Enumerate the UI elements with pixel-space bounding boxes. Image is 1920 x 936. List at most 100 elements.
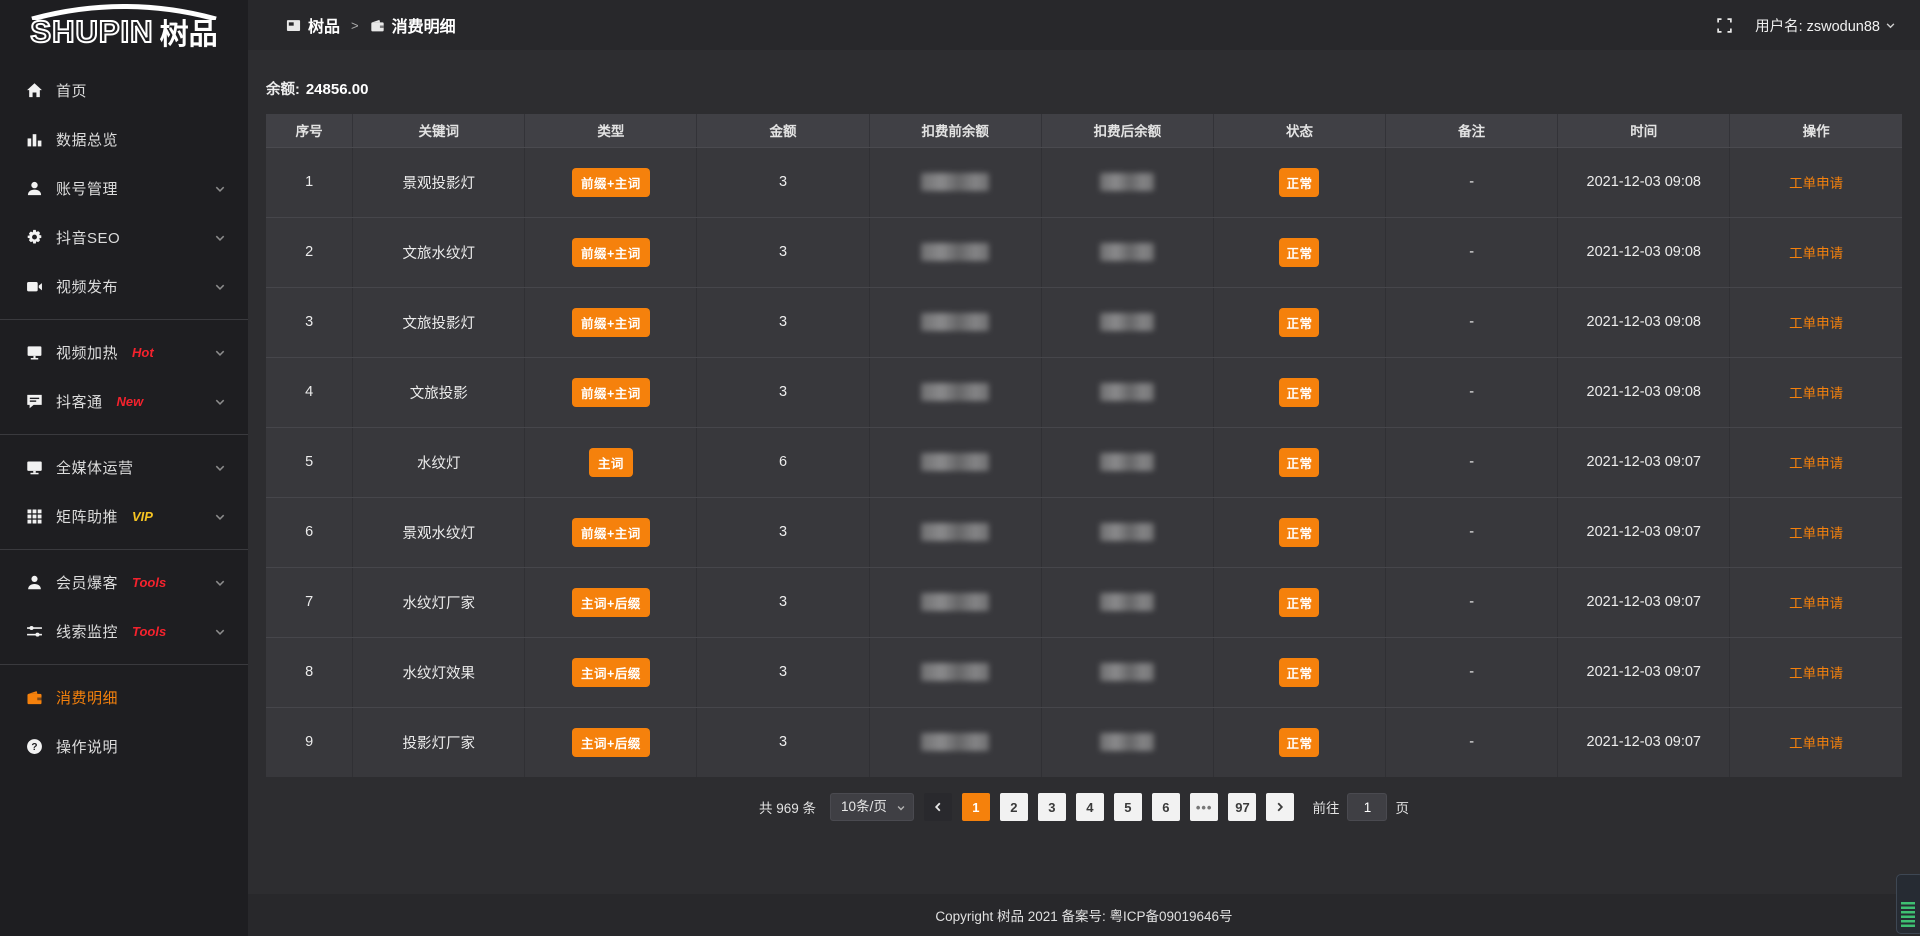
remark-cell: - xyxy=(1386,707,1558,777)
jump-page-input[interactable] xyxy=(1347,793,1387,821)
action-cell: 工单申请 xyxy=(1730,217,1902,287)
app-window-icon xyxy=(286,18,301,33)
status-cell: 正常 xyxy=(1213,497,1385,567)
row-index-cell: 1 xyxy=(266,147,353,217)
balance-label: 余额: xyxy=(266,82,300,98)
prev-page-button[interactable] xyxy=(924,793,952,821)
amount-cell: 3 xyxy=(697,567,869,637)
page-button-3[interactable]: 3 xyxy=(1038,793,1066,821)
type-cell: 前缀+主词 xyxy=(525,357,697,427)
sidebar-item-数据总览[interactable]: 数据总览 xyxy=(0,115,248,164)
column-header-操作: 操作 xyxy=(1730,114,1902,147)
sidebar-item-label: 视频发布 xyxy=(56,276,118,297)
sidebar-item-视频发布[interactable]: 视频发布 xyxy=(0,262,248,311)
sidebar-item-视频加热[interactable]: 视频加热 Hot xyxy=(0,328,248,377)
topbar: 树品 > 消费明细 用户名: zswodun88 xyxy=(248,0,1920,50)
sidebar-item-首页[interactable]: 首页 xyxy=(0,66,248,115)
page-button-2[interactable]: 2 xyxy=(1000,793,1028,821)
keyword-cell: 文旅水纹灯 xyxy=(353,217,525,287)
question-icon: ? xyxy=(25,738,43,756)
status-cell: 正常 xyxy=(1213,567,1385,637)
logo-arc xyxy=(24,4,224,20)
type-cell: 前缀+主词 xyxy=(525,497,697,567)
ticket-request-link[interactable]: 工单申请 xyxy=(1789,456,1843,471)
row-index-cell: 9 xyxy=(266,707,353,777)
jump-prefix: 前往 xyxy=(1312,797,1339,817)
action-cell: 工单申请 xyxy=(1730,427,1902,497)
redacted-balance-after xyxy=(1100,243,1154,261)
status-badge: 正常 xyxy=(1279,308,1319,337)
page-ellipsis-button[interactable]: ••• xyxy=(1190,793,1219,821)
ticket-request-link[interactable]: 工单申请 xyxy=(1789,526,1843,541)
main-area: 树品 > 消费明细 用户名: zswodun88 余额:24856.00 xyxy=(248,0,1920,936)
status-cell: 正常 xyxy=(1213,427,1385,497)
status-cell: 正常 xyxy=(1213,707,1385,777)
ticket-request-link[interactable]: 工单申请 xyxy=(1789,736,1843,751)
sidebar-item-label: 消费明细 xyxy=(56,687,118,708)
sidebar-item-账号管理[interactable]: 账号管理 xyxy=(0,164,248,213)
next-page-button[interactable] xyxy=(1266,793,1294,821)
ticket-request-link[interactable]: 工单申请 xyxy=(1789,176,1843,191)
breadcrumb-home[interactable]: 树品 xyxy=(286,13,340,37)
page-button-6[interactable]: 6 xyxy=(1152,793,1180,821)
ticket-request-link[interactable]: 工单申请 xyxy=(1789,386,1843,401)
amount-cell: 3 xyxy=(697,147,869,217)
chevron-down-icon xyxy=(1885,20,1896,31)
page-button-97[interactable]: 97 xyxy=(1228,793,1256,821)
chevron-down-icon xyxy=(214,462,226,474)
page-size-select[interactable]: 10条/页 xyxy=(830,793,914,821)
floating-widget[interactable] xyxy=(1896,874,1920,934)
type-badge: 前缀+主词 xyxy=(572,308,650,337)
home-icon xyxy=(25,82,43,100)
redacted-balance-after xyxy=(1100,313,1154,331)
ticket-request-link[interactable]: 工单申请 xyxy=(1789,596,1843,611)
row-index-cell: 8 xyxy=(266,637,353,707)
breadcrumb: 树品 > 消费明细 xyxy=(286,13,456,37)
sidebar-item-全媒体运营[interactable]: 全媒体运营 xyxy=(0,443,248,492)
balance-after-cell xyxy=(1041,707,1213,777)
amount-cell: 3 xyxy=(697,357,869,427)
breadcrumb-separator: > xyxy=(349,18,361,33)
sidebar-item-会员爆客[interactable]: 会员爆客 Tools xyxy=(0,558,248,607)
status-cell: 正常 xyxy=(1213,637,1385,707)
sidebar-item-label: 账号管理 xyxy=(56,178,118,199)
sidebar-item-矩阵助推[interactable]: 矩阵助推 VIP xyxy=(0,492,248,541)
ticket-request-link[interactable]: 工单申请 xyxy=(1789,316,1843,331)
status-cell: 正常 xyxy=(1213,287,1385,357)
table-row: 1景观投影灯前缀+主词3正常-2021-12-03 09:08工单申请 xyxy=(266,147,1902,217)
balance-before-cell xyxy=(869,217,1041,287)
remark-cell: - xyxy=(1386,287,1558,357)
topbar-right: 用户名: zswodun88 xyxy=(1716,15,1896,36)
row-index-cell: 6 xyxy=(266,497,353,567)
sidebar-item-抖音SEO[interactable]: 抖音SEO xyxy=(0,213,248,262)
ticket-request-link[interactable]: 工单申请 xyxy=(1789,246,1843,261)
breadcrumb-current[interactable]: 消费明细 xyxy=(370,13,456,37)
sidebar-item-操作说明[interactable]: ? 操作说明 xyxy=(0,722,248,771)
type-cell: 前缀+主词 xyxy=(525,287,697,357)
type-cell: 前缀+主词 xyxy=(525,217,697,287)
action-cell: 工单申请 xyxy=(1730,147,1902,217)
page-button-5[interactable]: 5 xyxy=(1114,793,1142,821)
page-button-4[interactable]: 4 xyxy=(1076,793,1104,821)
time-cell: 2021-12-03 09:08 xyxy=(1558,357,1730,427)
sidebar-item-消费明细[interactable]: 消费明细 xyxy=(0,673,248,722)
redacted-balance-after xyxy=(1100,383,1154,401)
sidebar-item-抖客通[interactable]: 抖客通 New xyxy=(0,377,248,426)
chevron-down-icon xyxy=(214,232,226,244)
user-dropdown[interactable]: 用户名: zswodun88 xyxy=(1755,15,1896,36)
chevron-down-icon xyxy=(214,396,226,408)
fullscreen-icon[interactable] xyxy=(1716,17,1733,34)
status-badge: 正常 xyxy=(1279,658,1319,687)
page-button-1[interactable]: 1 xyxy=(962,793,990,821)
ticket-request-link[interactable]: 工单申请 xyxy=(1789,666,1843,681)
sidebar-item-线索监控[interactable]: 线索监控 Tools xyxy=(0,607,248,656)
chevron-left-icon xyxy=(932,801,944,813)
balance-before-cell xyxy=(869,497,1041,567)
redacted-balance-before xyxy=(921,173,989,191)
keyword-cell: 景观投影灯 xyxy=(353,147,525,217)
redacted-balance-before xyxy=(921,733,989,751)
footer: Copyright 树品 2021 备案号: 粤ICP备09019646号 xyxy=(248,894,1920,936)
type-badge: 主词 xyxy=(589,448,633,477)
wallet-icon xyxy=(25,689,43,707)
status-cell: 正常 xyxy=(1213,147,1385,217)
